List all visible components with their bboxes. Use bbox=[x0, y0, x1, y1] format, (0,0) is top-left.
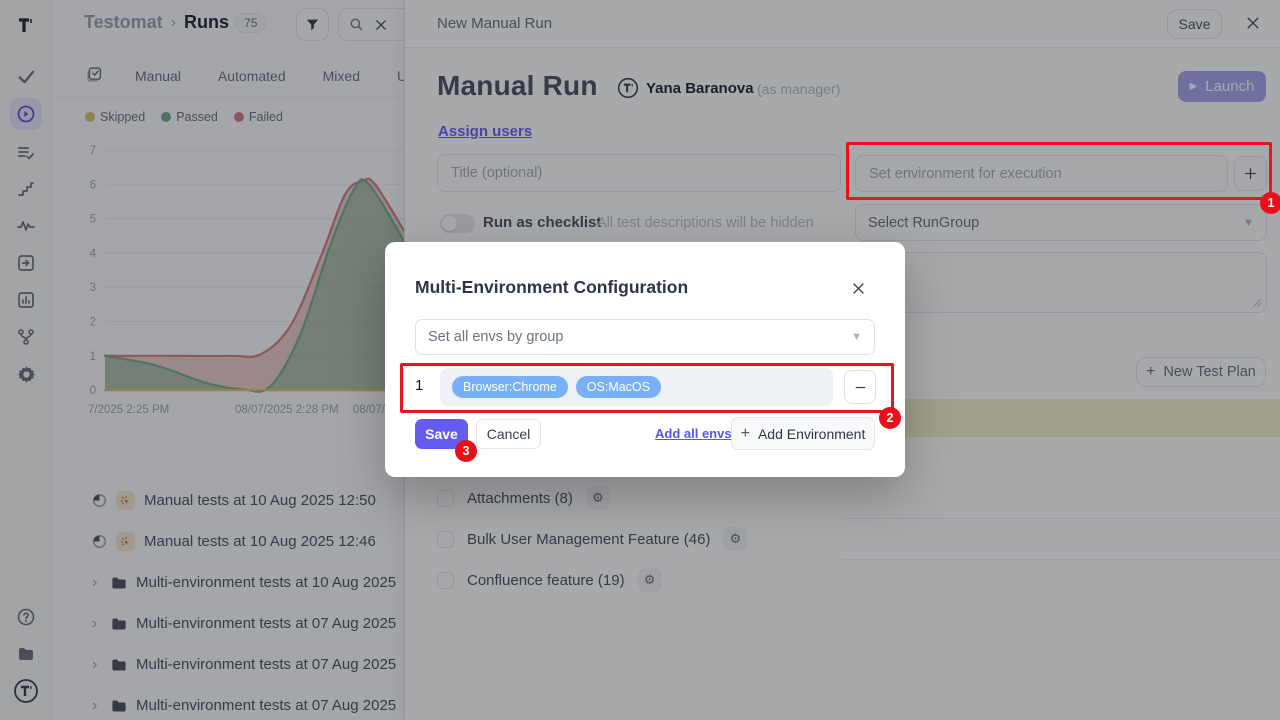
plus-icon: + bbox=[741, 425, 750, 443]
add-all-envs-link[interactable]: Add all envs bbox=[655, 426, 732, 441]
annotation-box-1 bbox=[846, 142, 1272, 200]
annotation-box-2 bbox=[400, 363, 894, 413]
annotation-step-3: 3 bbox=[455, 440, 477, 462]
add-environment-button[interactable]: + Add Environment bbox=[731, 417, 875, 450]
annotation-step-2: 2 bbox=[879, 407, 901, 429]
modal-close-icon[interactable] bbox=[851, 281, 866, 296]
env-group-select[interactable]: Set all envs by group ▼ bbox=[415, 319, 875, 355]
modal-title: Multi-Environment Configuration bbox=[415, 277, 688, 298]
annotation-step-1: 1 bbox=[1260, 192, 1280, 214]
modal-cancel-button[interactable]: Cancel bbox=[476, 419, 541, 449]
chevron-down-icon: ▼ bbox=[851, 331, 862, 343]
